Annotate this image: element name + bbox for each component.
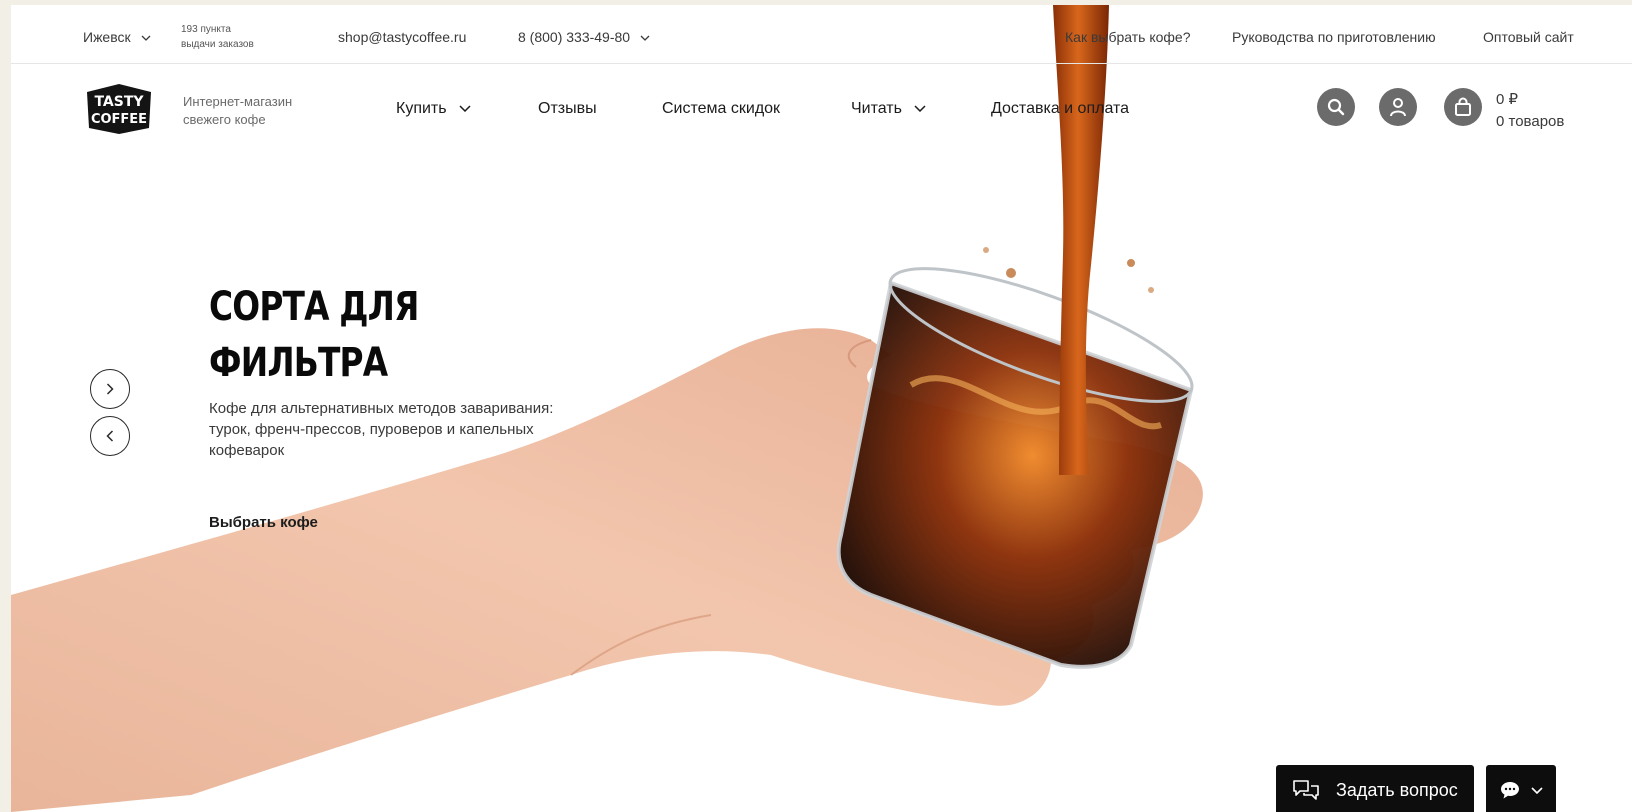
phone-selector[interactable]: 8 (800) 333-49-80 bbox=[518, 29, 650, 45]
nav-item-read[interactable]: Читать bbox=[851, 100, 926, 118]
tagline-line1: Интернет-магазин bbox=[183, 94, 293, 109]
chat-widget-button[interactable] bbox=[1486, 765, 1556, 812]
search-button[interactable] bbox=[1317, 88, 1355, 126]
hero-subtitle: Кофе для альтернативных методов заварива… bbox=[209, 400, 554, 459]
hero-title-line2: ФИЛЬТРА bbox=[209, 340, 388, 386]
cart-button[interactable] bbox=[1444, 88, 1482, 126]
ask-question-label: Задать вопрос bbox=[1336, 779, 1458, 800]
search-icon bbox=[1327, 98, 1345, 116]
phone-number: 8 (800) 333-49-80 bbox=[518, 29, 631, 45]
cart-summary[interactable]: 0 ₽ 0 товаров bbox=[1496, 89, 1564, 133]
cart-count: 0 товаров bbox=[1496, 113, 1565, 130]
nav-item-delivery[interactable]: Доставка и оплата bbox=[991, 100, 1129, 118]
city-label: Ижевск bbox=[83, 29, 131, 45]
nav-item-label: Купить bbox=[396, 100, 447, 117]
logo-text-top: TASTY bbox=[94, 94, 144, 110]
pickup-caption: выдачи заказов bbox=[181, 39, 254, 50]
slider-next-button[interactable] bbox=[90, 369, 130, 409]
chevron-down-icon bbox=[1531, 786, 1543, 794]
cart-amount: 0 ₽ bbox=[1496, 91, 1519, 108]
nav-item-buy[interactable]: Купить bbox=[396, 100, 471, 118]
chat-bubbles-icon bbox=[1293, 780, 1319, 800]
logo[interactable]: TASTY COFFEE bbox=[83, 82, 155, 136]
ask-question-button[interactable]: Задать вопрос bbox=[1276, 765, 1474, 812]
main-header: TASTY COFFEE Интернет-магазин свежего ко… bbox=[11, 65, 1632, 150]
nav-item-reviews[interactable]: Отзывы bbox=[538, 100, 597, 118]
chevron-left-icon bbox=[106, 430, 114, 442]
pickup-count: 193 пункта bbox=[181, 24, 231, 35]
slider-prev-button[interactable] bbox=[90, 416, 130, 456]
user-icon bbox=[1390, 98, 1406, 117]
tagline: Интернет-магазин свежего кофе bbox=[183, 93, 292, 129]
chevron-down-icon bbox=[640, 35, 650, 42]
chevron-down-icon bbox=[141, 35, 151, 42]
chevron-down-icon bbox=[914, 105, 926, 113]
hero-title-line1: СОРТА ДЛЯ bbox=[209, 284, 419, 330]
chevron-right-icon bbox=[106, 383, 114, 395]
tagline-line2: свежего кофе bbox=[183, 112, 266, 127]
bag-icon bbox=[1455, 97, 1471, 116]
chat-bubble-icon bbox=[1501, 782, 1519, 799]
topbar: Ижевск 193 пункта выдачи заказов shop@ta… bbox=[11, 5, 1632, 64]
city-selector[interactable]: Ижевск bbox=[83, 29, 151, 45]
how-to-choose-link[interactable]: Как выбрать кофе? bbox=[1065, 29, 1191, 45]
brewing-guides-link[interactable]: Руководства по приготовлению bbox=[1232, 29, 1436, 45]
chevron-down-icon bbox=[459, 105, 471, 113]
hero-title: СОРТА ДЛЯ ФИЛЬТРА bbox=[209, 279, 455, 391]
email-link[interactable]: shop@tastycoffee.ru bbox=[338, 29, 466, 45]
wholesale-link[interactable]: Оптовый сайт bbox=[1483, 29, 1574, 45]
account-button[interactable] bbox=[1379, 88, 1417, 126]
nav-item-discounts[interactable]: Система скидок bbox=[662, 100, 780, 118]
nav-item-label: Читать bbox=[851, 100, 902, 117]
page: Ижевск 193 пункта выдачи заказов shop@ta… bbox=[11, 5, 1632, 812]
choose-coffee-link[interactable]: Выбрать кофе bbox=[209, 514, 318, 531]
logo-text-bottom: COFFEE bbox=[91, 112, 147, 127]
pickup-points-link[interactable]: 193 пункта выдачи заказов bbox=[181, 22, 254, 52]
